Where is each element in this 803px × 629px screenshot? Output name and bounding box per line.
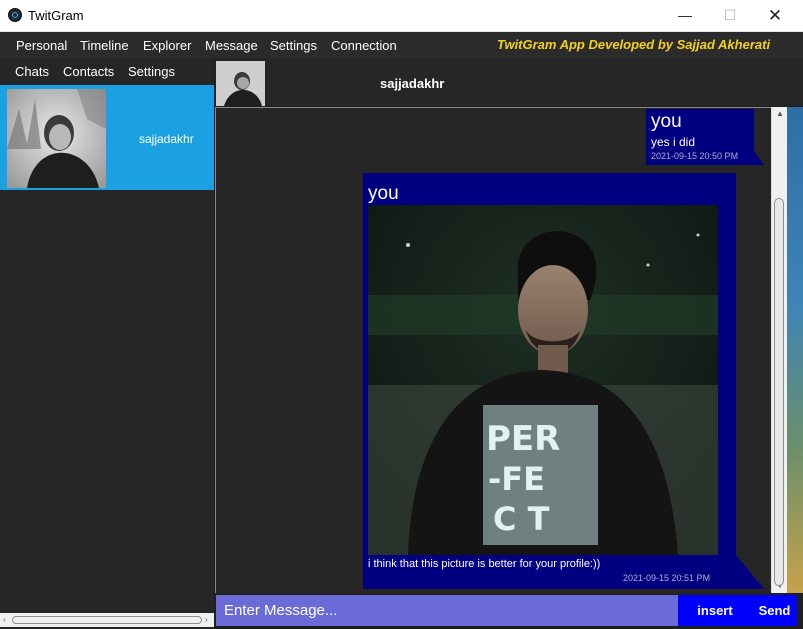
send-button[interactable]: Send: [752, 595, 797, 626]
header-avatar: [216, 61, 265, 106]
scroll-left-icon[interactable]: ‹: [3, 616, 6, 624]
message-sender: you: [368, 183, 399, 204]
minimize-icon[interactable]: —: [662, 0, 708, 31]
message-photo: PER -FE C T: [368, 205, 718, 555]
tab-chats[interactable]: Chats: [15, 64, 49, 79]
tab-contacts[interactable]: Contacts: [63, 64, 114, 79]
menu-explorer[interactable]: Explorer: [143, 38, 191, 53]
bubble-tail: [736, 555, 764, 589]
menu-message[interactable]: Message: [205, 38, 258, 53]
maximize-icon[interactable]: ☐: [707, 0, 753, 31]
header-contact-name: sajjadakhr: [380, 76, 445, 91]
message-text: yes i did: [651, 135, 696, 149]
horizontal-scrollbar[interactable]: ‹ ›: [0, 613, 214, 627]
message-timestamp: 2021-09-15 20:50 PM: [651, 151, 739, 161]
scrollbar-thumb[interactable]: [12, 616, 202, 624]
tab-settings[interactable]: Settings: [128, 64, 175, 79]
bubble-tail: [754, 151, 764, 165]
desktop-background: [787, 107, 803, 593]
insert-button[interactable]: insert: [678, 595, 752, 626]
menu-connection[interactable]: Connection: [331, 38, 397, 53]
message-sender: you: [651, 111, 682, 132]
message-text: i think that this picture is better for …: [368, 558, 601, 570]
developer-credit: TwitGram App Developed by Sajjad Akherat…: [497, 37, 771, 52]
menu-settings[interactable]: Settings: [270, 38, 317, 53]
message-bubble: you PER -FE C T i think that this pictur…: [363, 173, 736, 589]
scroll-up-icon[interactable]: ▲: [776, 109, 784, 118]
window-title: TwitGram: [28, 8, 84, 23]
svg-text:-FE: -FE: [488, 460, 545, 498]
title-bar: TwitGram — ☐ ✕: [0, 0, 803, 32]
menu-timeline[interactable]: Timeline: [80, 38, 129, 53]
svg-text:PER: PER: [486, 419, 560, 459]
svg-text:C T: C T: [493, 500, 550, 538]
message-input[interactable]: [216, 595, 678, 626]
menu-bar: Personal Timeline Explorer Message Setti…: [0, 32, 803, 58]
app-logo-icon: [8, 8, 22, 22]
message-composer[interactable]: [216, 595, 678, 626]
scrollbar-thumb[interactable]: [774, 198, 784, 586]
chat-avatar: [7, 89, 106, 188]
scroll-right-icon[interactable]: ›: [205, 616, 208, 624]
close-icon[interactable]: ✕: [752, 0, 798, 31]
conversation-header: [215, 58, 803, 106]
message-bubble: you yes i did 2021-09-15 20:50 PM: [646, 109, 754, 165]
chat-contact-name: sajjadakhr: [139, 132, 194, 146]
message-timestamp: 2021-09-15 20:51 PM: [623, 573, 711, 583]
menu-personal[interactable]: Personal: [16, 38, 67, 53]
